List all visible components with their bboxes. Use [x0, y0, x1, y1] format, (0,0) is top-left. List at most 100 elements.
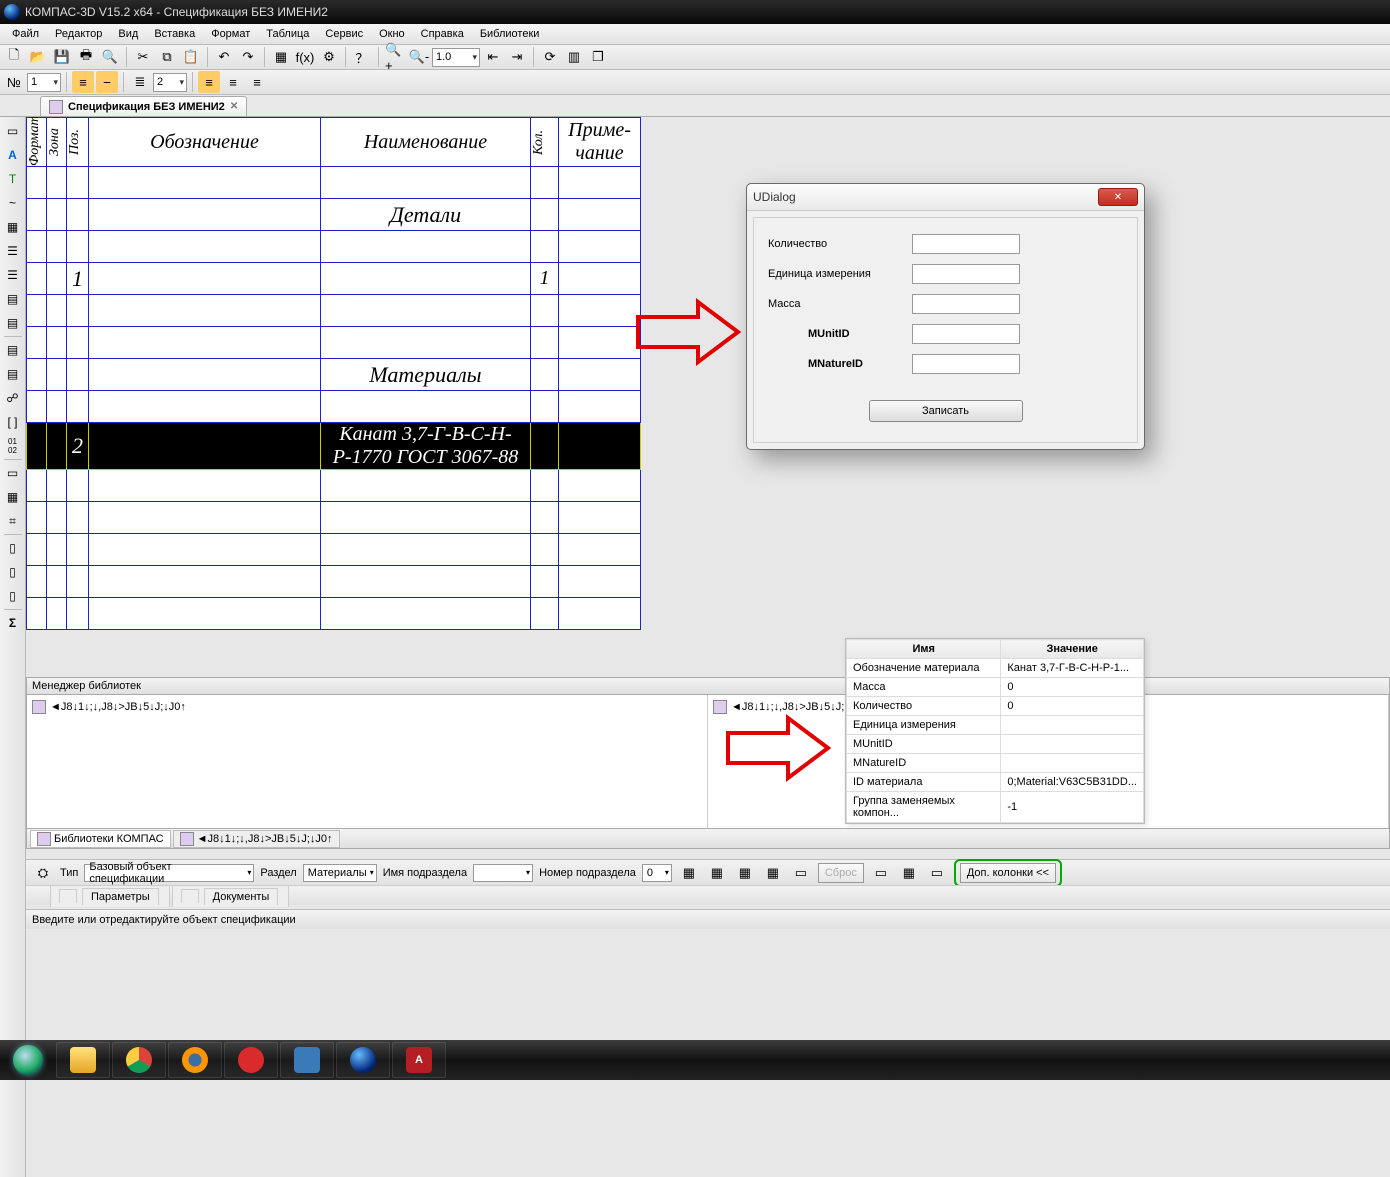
taskbar-app2[interactable]	[280, 1042, 334, 1078]
prop-section-combo[interactable]: Материалы	[303, 864, 377, 882]
icon-btn[interactable]: ▭	[790, 862, 812, 884]
propgrid-row[interactable]: Масса0	[847, 678, 1144, 697]
extra-columns-button[interactable]: Доп. колонки <<	[960, 863, 1056, 883]
struct-icon[interactable]: ▤	[2, 339, 24, 361]
text-t-icon[interactable]: T	[2, 168, 24, 190]
taskbar-kompas[interactable]	[336, 1042, 390, 1078]
sigma-icon[interactable]: Σ	[2, 612, 24, 634]
preview-icon[interactable]: 🔍	[99, 46, 121, 68]
paste-icon[interactable]: 📋	[180, 46, 202, 68]
list-b-icon[interactable]: ☰	[2, 264, 24, 286]
library-tab-kompas[interactable]: Библиотеки КОМПАС	[30, 830, 171, 848]
close-tab-icon[interactable]: ✕	[230, 101, 238, 112]
table-row[interactable]: 11	[27, 263, 641, 295]
icon-btn[interactable]: ▭	[926, 862, 948, 884]
taskbar-firefox[interactable]	[168, 1042, 222, 1078]
table-row[interactable]	[27, 327, 641, 359]
icon-btn[interactable]: ▦	[898, 862, 920, 884]
table-row[interactable]: Детали	[27, 199, 641, 231]
library-tab-other[interactable]: ◄J8↓1↓;↓,J8↓>JB↓5↓J;↓J0↑	[173, 830, 340, 848]
propgrid-row[interactable]: ID материала0;Material:V63C5B31DD...	[847, 773, 1144, 792]
refresh-icon[interactable]: ⟳	[539, 46, 561, 68]
tab-params[interactable]: Параметры	[50, 885, 170, 907]
menu-window[interactable]: Окно	[371, 26, 413, 42]
udialog-window[interactable]: UDialog ✕ Количество Единица измерения М…	[746, 183, 1145, 450]
list-a-icon[interactable]: ☰	[2, 240, 24, 262]
prop-icon[interactable]: ⛭	[32, 862, 54, 884]
table-row[interactable]	[27, 470, 641, 502]
menu-insert[interactable]: Вставка	[146, 26, 203, 42]
prop-reset-button[interactable]: Сброс	[818, 863, 864, 883]
copy2-icon[interactable]: ▯	[2, 537, 24, 559]
align-right-icon[interactable]: ≡	[246, 71, 268, 93]
layout-icon[interactable]: ▥	[563, 46, 585, 68]
table-row[interactable]	[27, 391, 641, 423]
close-icon[interactable]: ✕	[1098, 188, 1138, 206]
grid-icon[interactable]: ▦	[2, 216, 24, 238]
lines-icon[interactable]: ≣	[129, 71, 151, 93]
propgrid-row[interactable]: Единица измерения	[847, 716, 1144, 735]
propgrid-row[interactable]: Обозначение материалаКанат 3,7-Г-В-С-Н-Р…	[847, 659, 1144, 678]
undo-icon[interactable]: ↶	[213, 46, 235, 68]
curve-icon[interactable]: ~	[2, 192, 24, 214]
taskbar-explorer[interactable]	[56, 1042, 110, 1078]
taskbar-app1[interactable]	[224, 1042, 278, 1078]
spin2[interactable]: 2	[153, 73, 187, 92]
menu-view[interactable]: Вид	[110, 26, 146, 42]
prop-subname-combo[interactable]	[473, 864, 533, 882]
menu-table[interactable]: Таблица	[258, 26, 317, 42]
help-cursor-icon[interactable]: ？	[351, 46, 373, 68]
table-row[interactable]	[27, 231, 641, 263]
cut-icon[interactable]: ✂	[132, 46, 154, 68]
doc-tab[interactable]: Спецификация БЕЗ ИМЕНИ2 ✕	[40, 96, 247, 116]
start-button[interactable]	[2, 1042, 54, 1078]
align-mid-icon[interactable]: ≡	[72, 71, 94, 93]
ladder-icon[interactable]: ▤	[2, 363, 24, 385]
udlg-munit-input[interactable]	[912, 324, 1020, 344]
save-icon[interactable]: 💾	[51, 46, 73, 68]
table-row[interactable]: Материалы	[27, 359, 641, 391]
prop-subno-combo[interactable]: 0	[642, 864, 672, 882]
propgrid-row[interactable]: Количество0	[847, 697, 1144, 716]
print-icon[interactable]: 🖶	[75, 46, 97, 68]
zoom-out-icon[interactable]: 🔍-	[408, 46, 430, 68]
align-bottom-icon[interactable]: ⎯	[96, 71, 118, 93]
align-left-icon[interactable]: ≡	[198, 71, 220, 93]
propgrid-row[interactable]: Группа заменяемых компон...-1	[847, 792, 1144, 823]
stack-icon[interactable]: ▤	[2, 312, 24, 334]
menu-editor[interactable]: Редактор	[47, 26, 110, 42]
doc-icon[interactable]: ▤	[2, 288, 24, 310]
code-icon[interactable]: 0102	[2, 435, 24, 457]
table-row[interactable]	[27, 598, 641, 630]
icon-btn[interactable]: ▦	[734, 862, 756, 884]
spin1[interactable]: 1	[27, 73, 61, 92]
window-icon[interactable]: ❐	[587, 46, 609, 68]
nav-right-icon[interactable]: ⇥	[506, 46, 528, 68]
zoom-in-icon[interactable]: 🔍+	[384, 46, 406, 68]
menu-libraries[interactable]: Библиотеки	[472, 26, 548, 42]
prop-type-combo[interactable]: Базовый объект спецификации	[84, 864, 254, 882]
zoom-combo[interactable]: 1.0	[432, 48, 480, 67]
table-row[interactable]	[27, 534, 641, 566]
udlg-mnat-input[interactable]	[912, 354, 1020, 374]
tab-docs[interactable]: Документы	[172, 885, 290, 907]
number-icon[interactable]: №	[3, 71, 25, 93]
paste2-icon[interactable]: ▯	[2, 561, 24, 583]
copy-icon[interactable]: ⧉	[156, 46, 178, 68]
table-row[interactable]	[27, 295, 641, 327]
spec-table[interactable]: Формат Зона Поз. Обозначение Наименовани…	[26, 117, 641, 630]
sheet-icon[interactable]: ▯	[2, 585, 24, 607]
table-row[interactable]	[27, 566, 641, 598]
property-grid[interactable]: ИмяЗначение Обозначение материалаКанат 3…	[845, 638, 1145, 824]
icon-btn[interactable]: ▦	[678, 862, 700, 884]
menu-file[interactable]: Файл	[4, 26, 47, 42]
propgrid-row[interactable]: MNatureID	[847, 754, 1144, 773]
propgrid-row[interactable]: MUnitID	[847, 735, 1144, 754]
table-row[interactable]	[27, 167, 641, 199]
menu-format[interactable]: Формат	[203, 26, 258, 42]
udlg-submit-button[interactable]: Записать	[869, 400, 1023, 422]
library-item[interactable]: ◄J8↓1↓;↓,J8↓>JB↓5↓J;↓J0↑	[31, 699, 703, 715]
align-center-icon[interactable]: ≡	[222, 71, 244, 93]
open-icon[interactable]: 📂	[27, 46, 49, 68]
vars-icon[interactable]: ⚙	[318, 46, 340, 68]
